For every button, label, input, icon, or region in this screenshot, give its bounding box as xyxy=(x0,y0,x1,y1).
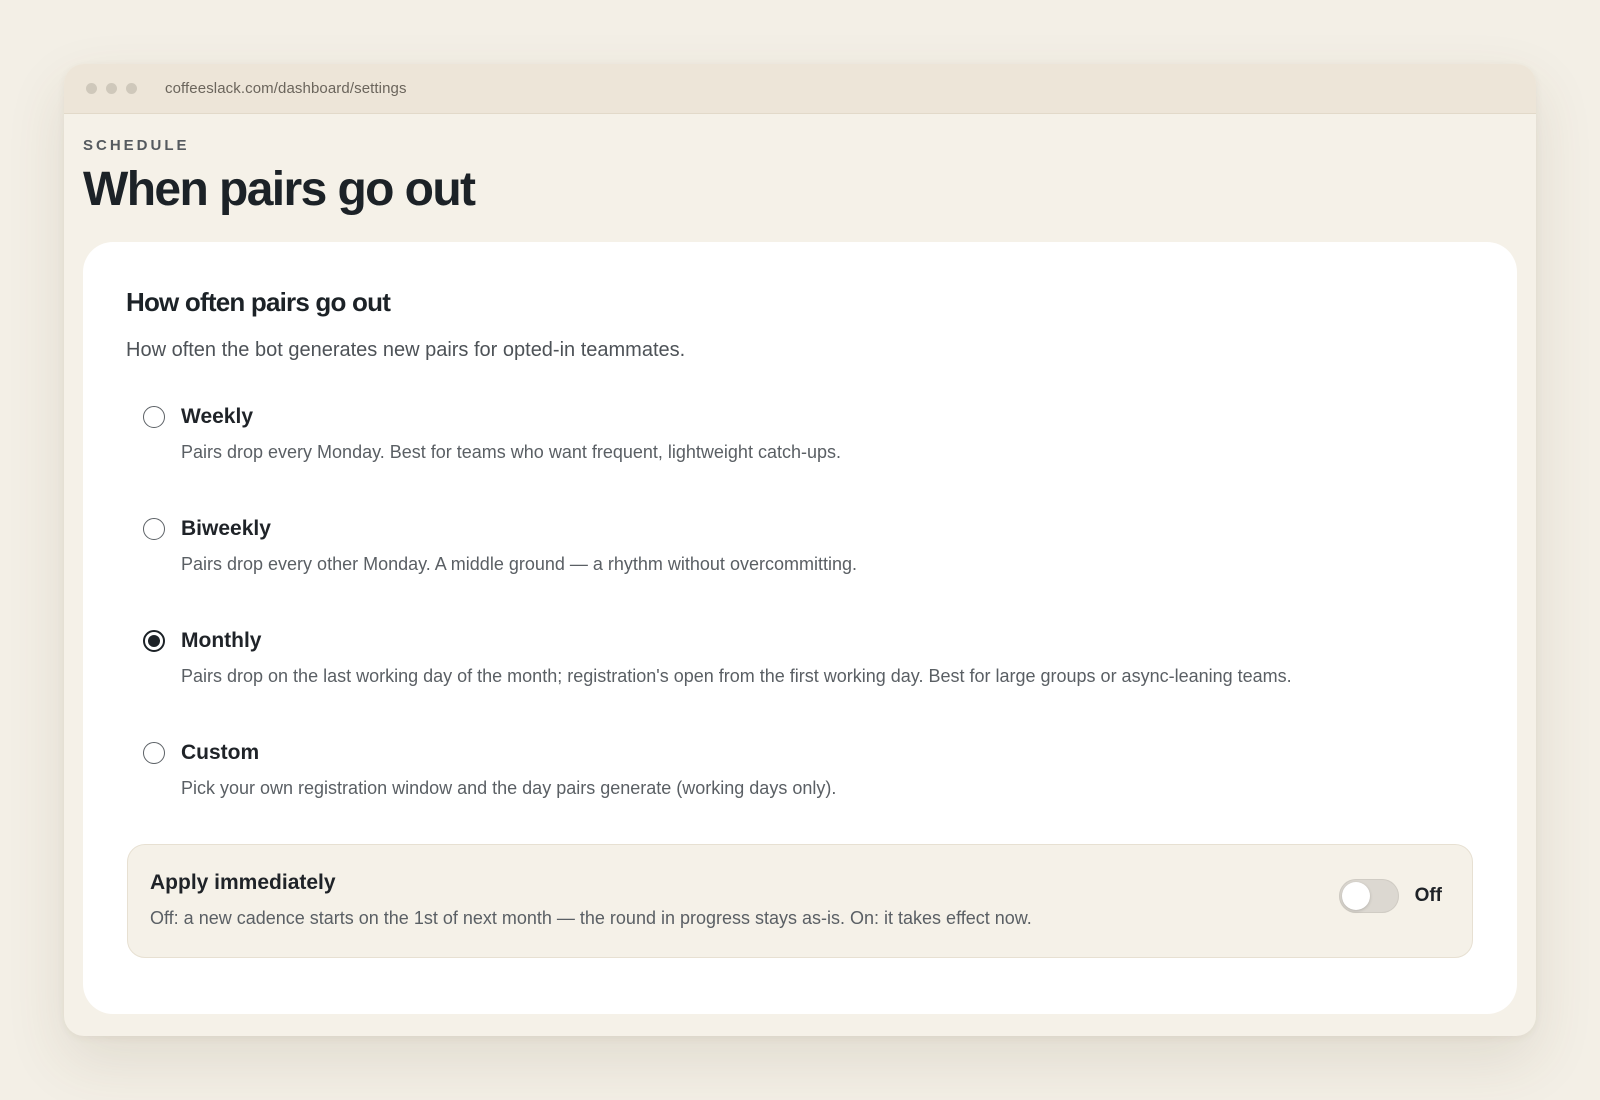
option-description: Pairs drop every Monday. Best for teams … xyxy=(181,442,841,462)
browser-titlebar: coffeeslack.com/dashboard/settings xyxy=(64,64,1536,114)
toggle-knob xyxy=(1341,882,1370,910)
option-label: Biweekly xyxy=(181,517,271,540)
section-eyebrow: SCHEDULE xyxy=(83,137,190,154)
radio-custom[interactable] xyxy=(143,742,165,764)
frequency-radio-group: Weekly Pairs drop every Monday. Best for… xyxy=(126,395,1473,843)
option-description: Pick your own registration window and th… xyxy=(181,778,837,798)
apply-immediately-panel: Apply immediately Off: a new cadence sta… xyxy=(127,844,1473,958)
radio-monthly[interactable] xyxy=(143,630,165,652)
window-controls xyxy=(86,83,137,94)
frequency-card: How often pairs go out How often the bot… xyxy=(83,242,1517,1014)
radio-biweekly[interactable] xyxy=(143,518,165,540)
option-label: Weekly xyxy=(181,405,253,428)
option-description: Pairs drop every other Monday. A middle … xyxy=(181,554,857,574)
apply-toggle-group: Off xyxy=(1338,879,1442,913)
apply-description: Off: a new cadence starts on the 1st of … xyxy=(150,908,1032,928)
toggle-state-label: Off xyxy=(1414,885,1442,906)
card-description: How often the bot generates new pairs fo… xyxy=(126,339,686,361)
window-close-dot[interactable] xyxy=(86,83,97,94)
address-bar-url[interactable]: coffeeslack.com/dashboard/settings xyxy=(165,80,407,97)
option-description: Pairs drop on the last working day of th… xyxy=(181,666,1292,686)
option-label: Custom xyxy=(181,741,260,764)
window-minimize-dot[interactable] xyxy=(106,83,117,94)
window-maximize-dot[interactable] xyxy=(126,83,137,94)
option-monthly[interactable]: Monthly Pairs drop on the last working d… xyxy=(126,619,1473,731)
apply-title: Apply immediately xyxy=(150,871,336,894)
option-weekly[interactable]: Weekly Pairs drop every Monday. Best for… xyxy=(126,395,1473,507)
page-title: When pairs go out xyxy=(83,163,476,216)
option-custom[interactable]: Custom Pick your own registration window… xyxy=(126,731,1473,843)
radio-weekly[interactable] xyxy=(143,406,165,428)
option-label: Monthly xyxy=(181,629,262,652)
apply-immediately-toggle[interactable] xyxy=(1338,879,1399,913)
settings-page: SCHEDULE When pairs go out xyxy=(64,114,1536,218)
card-title: How often pairs go out xyxy=(126,287,391,317)
option-biweekly[interactable]: Biweekly Pairs drop every other Monday. … xyxy=(126,507,1473,619)
browser-window: coffeeslack.com/dashboard/settings SCHED… xyxy=(64,64,1536,1036)
